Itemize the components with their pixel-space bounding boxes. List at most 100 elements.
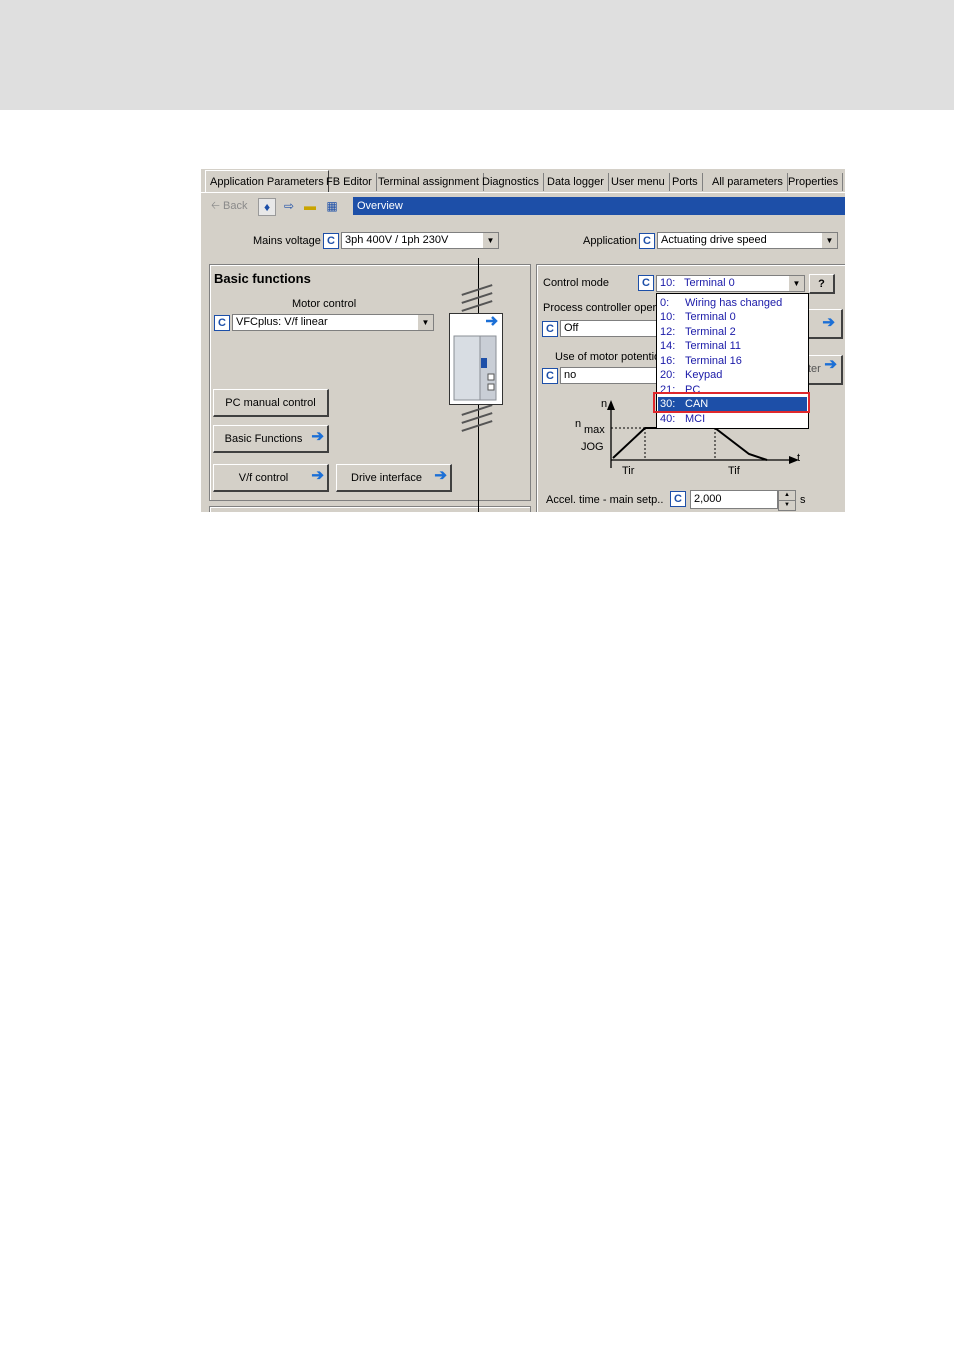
pc-manual-control-button[interactable]: PC manual control [213, 389, 329, 417]
chevron-down-icon[interactable]: ▼ [788, 276, 804, 291]
dropdown-option[interactable]: 12: Terminal 2 [658, 325, 807, 339]
accel-time-input[interactable]: 2,000 [690, 490, 778, 509]
process-controller-select[interactable]: Off [560, 320, 660, 337]
chevron-down-icon[interactable]: ▼ [417, 315, 433, 330]
motor-control-value: VFCplus: V/f linear [236, 316, 328, 328]
basic-functions-button[interactable]: Basic Functions ➔ [213, 425, 329, 453]
option-name: Terminal 11 [685, 340, 742, 352]
motor-control-label: Motor control [292, 298, 357, 310]
process-controller-value: Off [564, 322, 579, 334]
accel-time-unit: s [800, 494, 806, 506]
diagram-tif-label: Tif [728, 465, 740, 477]
control-mode-code: 10: [660, 277, 676, 289]
tab-user-menu[interactable]: User menu [607, 173, 670, 191]
tab-diagnostics[interactable]: Diagnostics [478, 173, 544, 191]
option-code: 14: [660, 340, 676, 352]
option-code: 16: [660, 355, 676, 367]
basic-functions-button-label: Basic Functions [224, 433, 303, 445]
back-button[interactable]: 🡠 Back [211, 198, 247, 214]
mains-voltage-select[interactable]: 3ph 400V / 1ph 230V ▼ [341, 232, 499, 249]
diagram-t-label: t [797, 452, 801, 464]
dropdown-option[interactable]: 16: Terminal 16 [658, 354, 807, 368]
back-label: Back [222, 200, 248, 212]
control-mode-label: Control mode [543, 277, 610, 289]
highlight-frame [653, 392, 810, 413]
tab-ports[interactable]: Ports [668, 173, 703, 191]
application-select[interactable]: Actuating drive speed ▼ [657, 232, 838, 249]
arrow-right-icon: ➔ [822, 314, 835, 331]
inverter-icon [453, 316, 498, 401]
control-mode-value: Terminal 0 [684, 277, 735, 289]
diagram-nmax-label: n [575, 418, 582, 430]
motor-potentiometer-button-label: ter [808, 363, 821, 375]
help-label: ? [818, 278, 825, 290]
drive-device-image[interactable] [449, 313, 503, 405]
diagram-tir-label: Tir [622, 465, 635, 477]
control-mode-select[interactable]: 10: Terminal 0 ▼ [656, 275, 805, 292]
arrow-right-icon: ➔ [311, 428, 324, 445]
drive-interface-label: Drive interface [351, 472, 422, 484]
motor-control-select[interactable]: VFCplus: V/f linear ▼ [232, 314, 434, 331]
option-name: MCI [685, 413, 706, 425]
motor-potentiometer-badge: C [542, 368, 558, 384]
mains-voltage-badge: C [323, 233, 339, 249]
tab-properties[interactable]: Properties [784, 173, 844, 191]
control-mode-badge: C [638, 275, 654, 291]
app-window: Application Parameters FB Editor Termina… [201, 169, 845, 512]
page-header-band [0, 0, 954, 110]
tab-data-logger[interactable]: Data logger [543, 173, 609, 191]
accel-time-spinner[interactable]: 2,000 ▲ ▼ [690, 490, 796, 511]
tab-terminal-assignment[interactable]: Terminal assignment [374, 173, 484, 191]
chevron-down-icon[interactable]: ▼ [482, 233, 498, 248]
option-name: Terminal 0 [685, 311, 736, 323]
basic-functions-title: Basic functions [214, 271, 311, 286]
diagram-max-sub: max [584, 424, 605, 436]
accel-time-value: 2,000 [694, 493, 722, 505]
dropdown-option[interactable]: 40: MCI [658, 412, 807, 426]
tab-application-parameters[interactable]: Application Parameters [205, 170, 329, 193]
accel-time-label: Accel. time - main setp.. [546, 494, 664, 506]
back-arrow-icon: 🡠 [211, 200, 220, 212]
import-icon[interactable]: ⇨ [281, 198, 297, 214]
tab-fb-editor[interactable]: FB Editor [322, 173, 377, 191]
spin-down-icon[interactable]: ▼ [778, 500, 796, 511]
tab-all-parameters[interactable]: All parameters [708, 173, 788, 191]
card-icon[interactable]: ▬ [302, 198, 318, 214]
process-controller-button[interactable]: ➔ [807, 309, 843, 339]
dropdown-option[interactable]: 0: Wiring has changed [658, 296, 807, 310]
vf-control-label: V/f control [238, 472, 289, 484]
process-controller-label: Process controller operat [543, 302, 666, 314]
application-badge: C [639, 233, 655, 249]
tab-bar: Application Parameters FB Editor Termina… [201, 169, 845, 193]
option-code: 12: [660, 326, 676, 338]
dropdown-option[interactable]: 14: Terminal 11 [658, 339, 807, 353]
motor-potentiometer-value: no [564, 369, 577, 381]
dropdown-option[interactable]: 20: Keypad [658, 368, 807, 382]
motor-control-badge: C [214, 315, 230, 331]
motor-potentiometer-label: Use of motor potention [555, 351, 667, 363]
application-label: Application [583, 235, 637, 247]
tab-divider [201, 192, 845, 193]
drive-interface-button[interactable]: Drive interface ➔ [336, 464, 452, 492]
option-name: Keypad [685, 369, 723, 381]
diagram-n-label: n [601, 398, 608, 410]
properties-icon[interactable]: ▦ [324, 198, 340, 214]
overview-bar: Overview [353, 197, 845, 215]
option-code: 10: [660, 311, 676, 323]
dropdown-option[interactable]: 10: Terminal 0 [658, 310, 807, 324]
option-code: 20: [660, 369, 676, 381]
application-value: Actuating drive speed [661, 234, 767, 246]
arrow-right-icon: ➔ [434, 467, 447, 484]
option-code: 0: [660, 297, 670, 309]
info-icon[interactable]: ♦ [258, 198, 276, 216]
mains-voltage-label: Mains voltage [253, 235, 321, 247]
diagram-jog-label: JOG [581, 441, 604, 453]
process-controller-badge: C [542, 321, 558, 337]
mains-voltage-value: 3ph 400V / 1ph 230V [345, 234, 449, 246]
vf-control-button[interactable]: V/f control ➔ [213, 464, 329, 492]
arrow-right-icon: ➔ [824, 356, 837, 373]
help-button[interactable]: ? [809, 274, 835, 294]
arrow-right-icon: ➔ [311, 467, 324, 484]
chevron-down-icon[interactable]: ▼ [821, 233, 837, 248]
motor-potentiometer-select[interactable]: no [560, 367, 660, 384]
